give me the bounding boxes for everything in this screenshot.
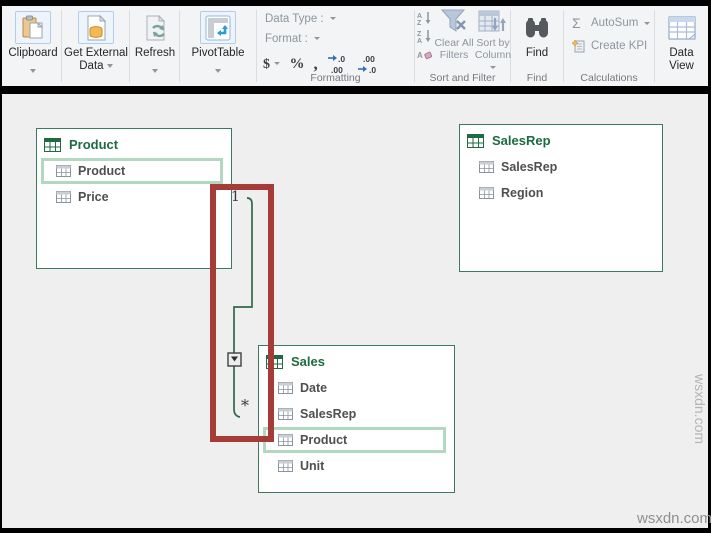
field-salesrep-salesrep[interactable]: SalesRep [464,154,654,180]
create-kpi-button[interactable]: Create KPI [572,39,647,53]
calculations-group-label: Calculations [580,72,638,84]
watermark-right: wsxdn.com [692,374,708,445]
diagram-canvas[interactable]: Product Product Price SalesRep SalesRep … [2,94,708,528]
clear-filters-icon [440,9,466,32]
comma-button[interactable]: , [313,54,317,74]
table-name: SalesRep [492,133,551,148]
kpi-icon [572,39,585,53]
refresh-icon [137,11,173,44]
refresh-label: Refresh [134,47,176,59]
chevron-down-icon [152,68,158,73]
field-icon [278,382,293,394]
chevron-down-icon [106,63,113,68]
field-icon [278,408,293,420]
clear-sort-icon[interactable]: A [417,47,432,61]
chevron-down-icon [314,37,321,41]
field-icon [479,161,494,173]
field-sales-date[interactable]: Date [263,375,446,401]
field-salesrep-region[interactable]: Region [464,180,654,206]
table-icon [467,133,484,148]
svg-text:Z: Z [417,31,422,38]
watermark-bottom: wsxdn.com [637,510,711,527]
annotation-red-rectangle [210,184,274,442]
find-group-label: Find [526,72,548,84]
chevron-down-icon [330,17,336,21]
sort-and-filter-group-label: Sort and Filter [429,72,496,84]
autosum-button[interactable]: Σ AutoSum [572,16,651,30]
percent-button[interactable]: % [289,56,304,73]
svg-text:Z: Z [417,20,422,25]
table-salesrep[interactable]: SalesRep SalesRep Region [459,124,663,272]
chevron-down-icon [274,62,281,66]
data-view-label: Data View [669,47,694,72]
find-label: Find [525,47,549,59]
field-icon [56,191,71,203]
clipboard-icon [15,11,51,44]
table-icon [44,137,61,152]
svg-text:A: A [417,51,423,60]
field-icon [278,434,293,446]
clear-all-filters-button[interactable]: Clear All Filters [433,9,475,61]
svg-text:.00: .00 [363,54,375,64]
table-product-header[interactable]: Product [37,129,231,155]
table-product[interactable]: Product Product Price [36,128,232,269]
ribbon: Clipboard Get External Data Refresh Pivo… [2,6,708,86]
get-external-data-button[interactable]: Get External Data [62,6,130,86]
clear-all-filters-label: Clear All Filters [434,37,474,61]
binoculars-icon [519,11,555,44]
chevron-down-icon [644,21,651,25]
clipboard-label: Clipboard [8,47,58,59]
field-sales-product[interactable]: Product [263,427,446,453]
chevron-down-icon [215,68,221,73]
get-external-data-icon [78,11,114,44]
table-sales-header[interactable]: Sales [259,346,454,372]
formatting-group-label: Formatting [310,72,361,84]
table-salesrep-header[interactable]: SalesRep [460,125,662,151]
sort-by-column-label: Sort by Column [475,37,511,73]
field-icon [56,165,71,177]
field-product-price[interactable]: Price [41,184,223,210]
chevron-down-icon [30,68,36,73]
svg-text:Σ: Σ [572,16,581,30]
svg-text:A: A [417,13,422,20]
data-view-button[interactable]: Data View [655,6,708,86]
sort-by-column-button[interactable]: Sort by Column [475,9,511,73]
field-sales-salesrep[interactable]: SalesRep [263,401,446,427]
table-sales[interactable]: Sales Date SalesRep Product Unit [258,345,455,493]
svg-text:A: A [417,38,422,43]
pivottable-button[interactable]: PivotTable [180,6,256,86]
field-icon [278,460,293,472]
currency-button[interactable]: $ [263,55,281,73]
table-name: Product [69,137,119,152]
data-type-control[interactable]: Data Type : [265,13,336,25]
get-external-data-label: Get External Data [64,47,128,72]
field-sales-unit[interactable]: Unit [263,453,446,479]
data-view-icon [664,11,700,44]
pivottable-label: PivotTable [191,47,245,59]
format-control[interactable]: Format : [265,33,321,45]
refresh-button[interactable]: Refresh [130,6,180,86]
sort-za-icon[interactable]: Z A [417,29,432,43]
table-name: Sales [291,354,325,369]
pivottable-icon [200,11,236,44]
clipboard-button[interactable]: Clipboard [5,6,61,86]
sigma-icon: Σ [572,16,581,30]
chevron-down-icon [490,65,496,69]
sort-by-column-icon [478,10,506,32]
sort-az-icon[interactable]: A Z [417,11,432,25]
field-icon [479,187,494,199]
field-product-product[interactable]: Product [41,158,223,184]
svg-text:.0: .0 [338,54,345,64]
